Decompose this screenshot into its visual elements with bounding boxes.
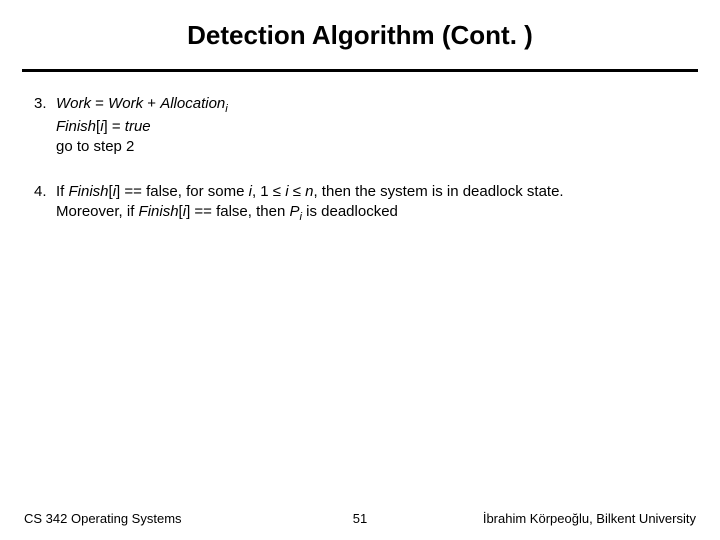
step3-line1: Work = Work + Allocationi — [56, 94, 686, 117]
step3-line2: Finish[i] = true — [56, 117, 686, 137]
slide-content: 3. Work = Work + Allocationi Finish[i] =… — [0, 72, 720, 225]
item-body: If Finish[i] == false, for some i, 1 ≤ i… — [56, 182, 686, 225]
slide: Detection Algorithm (Cont. ) 3. Work = W… — [0, 0, 720, 540]
slide-title: Detection Algorithm (Cont. ) — [0, 0, 720, 69]
footer-page: 51 — [333, 511, 387, 526]
item-number: 4. — [34, 182, 56, 225]
footer-course: CS 342 Operating Systems — [24, 511, 333, 526]
step4-line2: Moreover, if Finish[i] == false, then Pi… — [56, 202, 686, 225]
step3-line3: go to step 2 — [56, 137, 686, 157]
step4-line1: If Finish[i] == false, for some i, 1 ≤ i… — [56, 182, 686, 202]
slide-footer: CS 342 Operating Systems 51 İbrahim Körp… — [0, 511, 720, 526]
list-item: 4. If Finish[i] == false, for some i, 1 … — [34, 182, 686, 225]
footer-author: İbrahim Körpeoğlu, Bilkent University — [387, 511, 696, 526]
list-item: 3. Work = Work + Allocationi Finish[i] =… — [34, 94, 686, 158]
item-number: 3. — [34, 94, 56, 158]
item-body: Work = Work + Allocationi Finish[i] = tr… — [56, 94, 686, 158]
